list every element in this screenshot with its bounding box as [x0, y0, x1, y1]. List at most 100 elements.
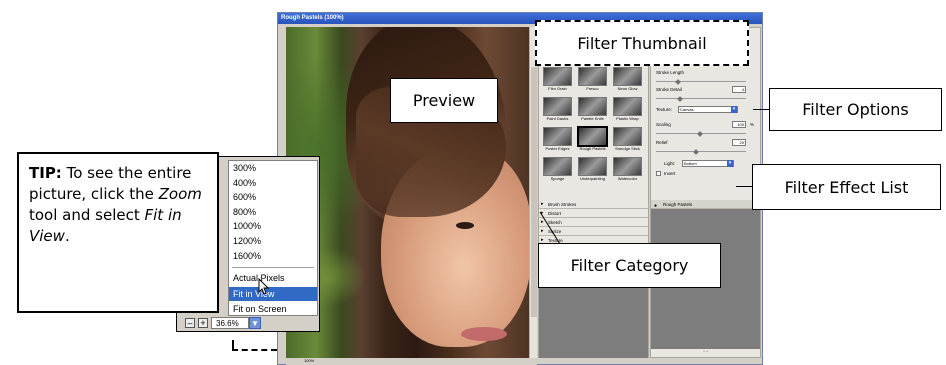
thumb-film-grain[interactable]: Film Grain [541, 66, 574, 95]
scaling-unit: % [749, 122, 754, 127]
callout-filter-options-text: Filter Options [802, 100, 909, 119]
thumbnail-image [543, 97, 572, 116]
delete-effect-icon[interactable]: ▫ [706, 349, 708, 355]
texture-select[interactable]: Canvas [678, 106, 738, 113]
thumb-neon-glow[interactable]: Neon Glow [611, 66, 644, 95]
photo-lips [461, 327, 507, 341]
zoom-1600[interactable]: 1600% [229, 249, 317, 263]
stroke-detail-field[interactable]: 4 [732, 86, 746, 93]
slider-knob[interactable] [697, 131, 703, 137]
preview-scrollbar[interactable] [529, 27, 537, 358]
slider-knob[interactable] [677, 96, 683, 102]
callout-filter-thumbnail: Filter Thumbnail [535, 20, 749, 66]
preview-scroll-thumb[interactable] [531, 67, 537, 317]
slider-knob[interactable] [693, 149, 699, 155]
zoom-menu: 300% 400% 600% 800% 1000% 1200% 1600% Ac… [228, 160, 318, 316]
thumb-paint-daubs[interactable]: Paint Daubs [541, 96, 574, 125]
connector-filter-options [753, 109, 769, 110]
thumbnail-image [578, 157, 607, 176]
thumb-watercolor[interactable]: Watercolor [611, 156, 644, 185]
scaling-slider[interactable] [656, 131, 746, 137]
relief-label: Relief [656, 140, 668, 145]
tip-text-2: tool and select [29, 206, 145, 224]
invert-checkbox[interactable] [656, 171, 661, 176]
zoom-dropdown-button[interactable]: ▼ [249, 317, 261, 329]
thumbnail-image [613, 157, 642, 176]
preview-zoom-value[interactable]: 100% [304, 358, 314, 363]
stroke-length-slider[interactable] [656, 79, 746, 85]
thumbnail-image [543, 127, 572, 146]
thumb-label: Smudge Stick [615, 146, 640, 151]
mouse-cursor-icon [258, 278, 270, 295]
photo-eye [456, 222, 474, 229]
zoom-600[interactable]: 600% [229, 190, 317, 204]
filter-options: Stroke Length Stroke Detail 4 Texture: C… [654, 70, 758, 193]
zoom-out-button[interactable]: – [185, 318, 195, 328]
texture-row: Texture: Canvas [654, 106, 758, 116]
relief-row: Relief 20 [654, 139, 758, 149]
zoom-control-bar: – + 36.6% ▼ [183, 317, 318, 330]
callout-filter-effect-list-text: Filter Effect List [784, 177, 909, 197]
thumbnail-image [613, 127, 642, 146]
thumb-underpainting[interactable]: Underpainting [576, 156, 609, 185]
thumb-label: Paint Daubs [546, 116, 569, 121]
thumb-fresco[interactable]: Fresco [576, 66, 609, 95]
light-label: Light: [664, 161, 676, 166]
thumbnail-image [578, 67, 607, 86]
zoom-fit-in-view[interactable]: Fit in View [229, 287, 317, 301]
zoom-in-button[interactable]: + [198, 318, 208, 328]
thumb-label: Palette Knife [581, 116, 604, 121]
effect-layer-item[interactable]: ● Rough Pastels [651, 200, 760, 209]
thumb-label: Rough Pastels [579, 146, 606, 151]
filter-options-panel: Stroke Length Stroke Detail 4 Texture: C… [650, 27, 761, 358]
new-effect-icon[interactable]: ▫ [703, 349, 705, 355]
thumbnail-image [578, 97, 607, 116]
stroke-detail-label: Stroke Detail [656, 87, 682, 92]
menu-separator [232, 267, 314, 268]
thumbnail-image [613, 97, 642, 116]
zoom-800[interactable]: 800% [229, 205, 317, 219]
callout-preview-text: Preview [412, 91, 476, 110]
thumb-rough-pastels[interactable]: Rough Pastels [576, 126, 609, 155]
relief-slider[interactable] [656, 149, 746, 155]
light-row: Light: Bottom [654, 160, 758, 170]
thumb-label: Plastic Wrap [616, 116, 639, 121]
thumbnail-image [543, 157, 572, 176]
thumb-label: Neon Glow [617, 86, 638, 91]
relief-field[interactable]: 20 [732, 139, 746, 146]
callout-filter-thumbnail-text: Filter Thumbnail [577, 33, 707, 53]
invert-row: Invert [654, 171, 758, 180]
category-brush-strokes[interactable]: Brush Strokes [539, 200, 648, 209]
texture-label: Texture: [656, 107, 673, 112]
zoom-value-field[interactable]: 36.6% [211, 317, 249, 329]
thumbnail-image [577, 126, 608, 147]
thumb-sponge[interactable]: Sponge [541, 156, 574, 185]
tip-box: TIP: To see the entire picture, click th… [17, 152, 219, 313]
thumb-label: Watercolor [617, 176, 638, 181]
thumb-label: Film Grain [548, 86, 567, 91]
thumb-smudge-stick[interactable]: Smudge Stick [611, 126, 644, 155]
zoom-1200[interactable]: 1200% [229, 234, 317, 248]
stroke-length-row: Stroke Length [654, 70, 758, 79]
zoom-1000[interactable]: 1000% [229, 219, 317, 233]
light-select[interactable]: Bottom [682, 160, 734, 167]
scaling-field[interactable]: 100 [732, 121, 746, 128]
thumb-plastic-wrap[interactable]: Plastic Wrap [611, 96, 644, 125]
thumb-palette-knife[interactable]: Palette Knife [576, 96, 609, 125]
zoom-400[interactable]: 400% [229, 176, 317, 190]
slider-knob[interactable] [675, 79, 681, 85]
thumb-poster-edges[interactable]: Poster Edges [541, 126, 574, 155]
zoom-fit-on-screen[interactable]: Fit on Screen [229, 302, 317, 316]
callout-preview: Preview [390, 78, 498, 123]
stroke-length-label: Stroke Length [656, 70, 685, 75]
connector-filter-category [539, 211, 561, 245]
filter-gallery-panel: Film Grain Fresco Neon Glow Paint Daubs … [538, 27, 649, 358]
scaling-row: Scaling 100 % [654, 121, 758, 131]
preview-image[interactable] [286, 27, 529, 358]
thumb-label: Poster Edges [545, 146, 570, 151]
zoom-actual-pixels[interactable]: Actual Pixels [229, 271, 317, 285]
tip-zoom: Zoom [158, 185, 202, 203]
stroke-detail-slider[interactable] [656, 96, 746, 102]
zoom-300[interactable]: 300% [229, 161, 317, 175]
tip-text-3: . [64, 227, 70, 245]
